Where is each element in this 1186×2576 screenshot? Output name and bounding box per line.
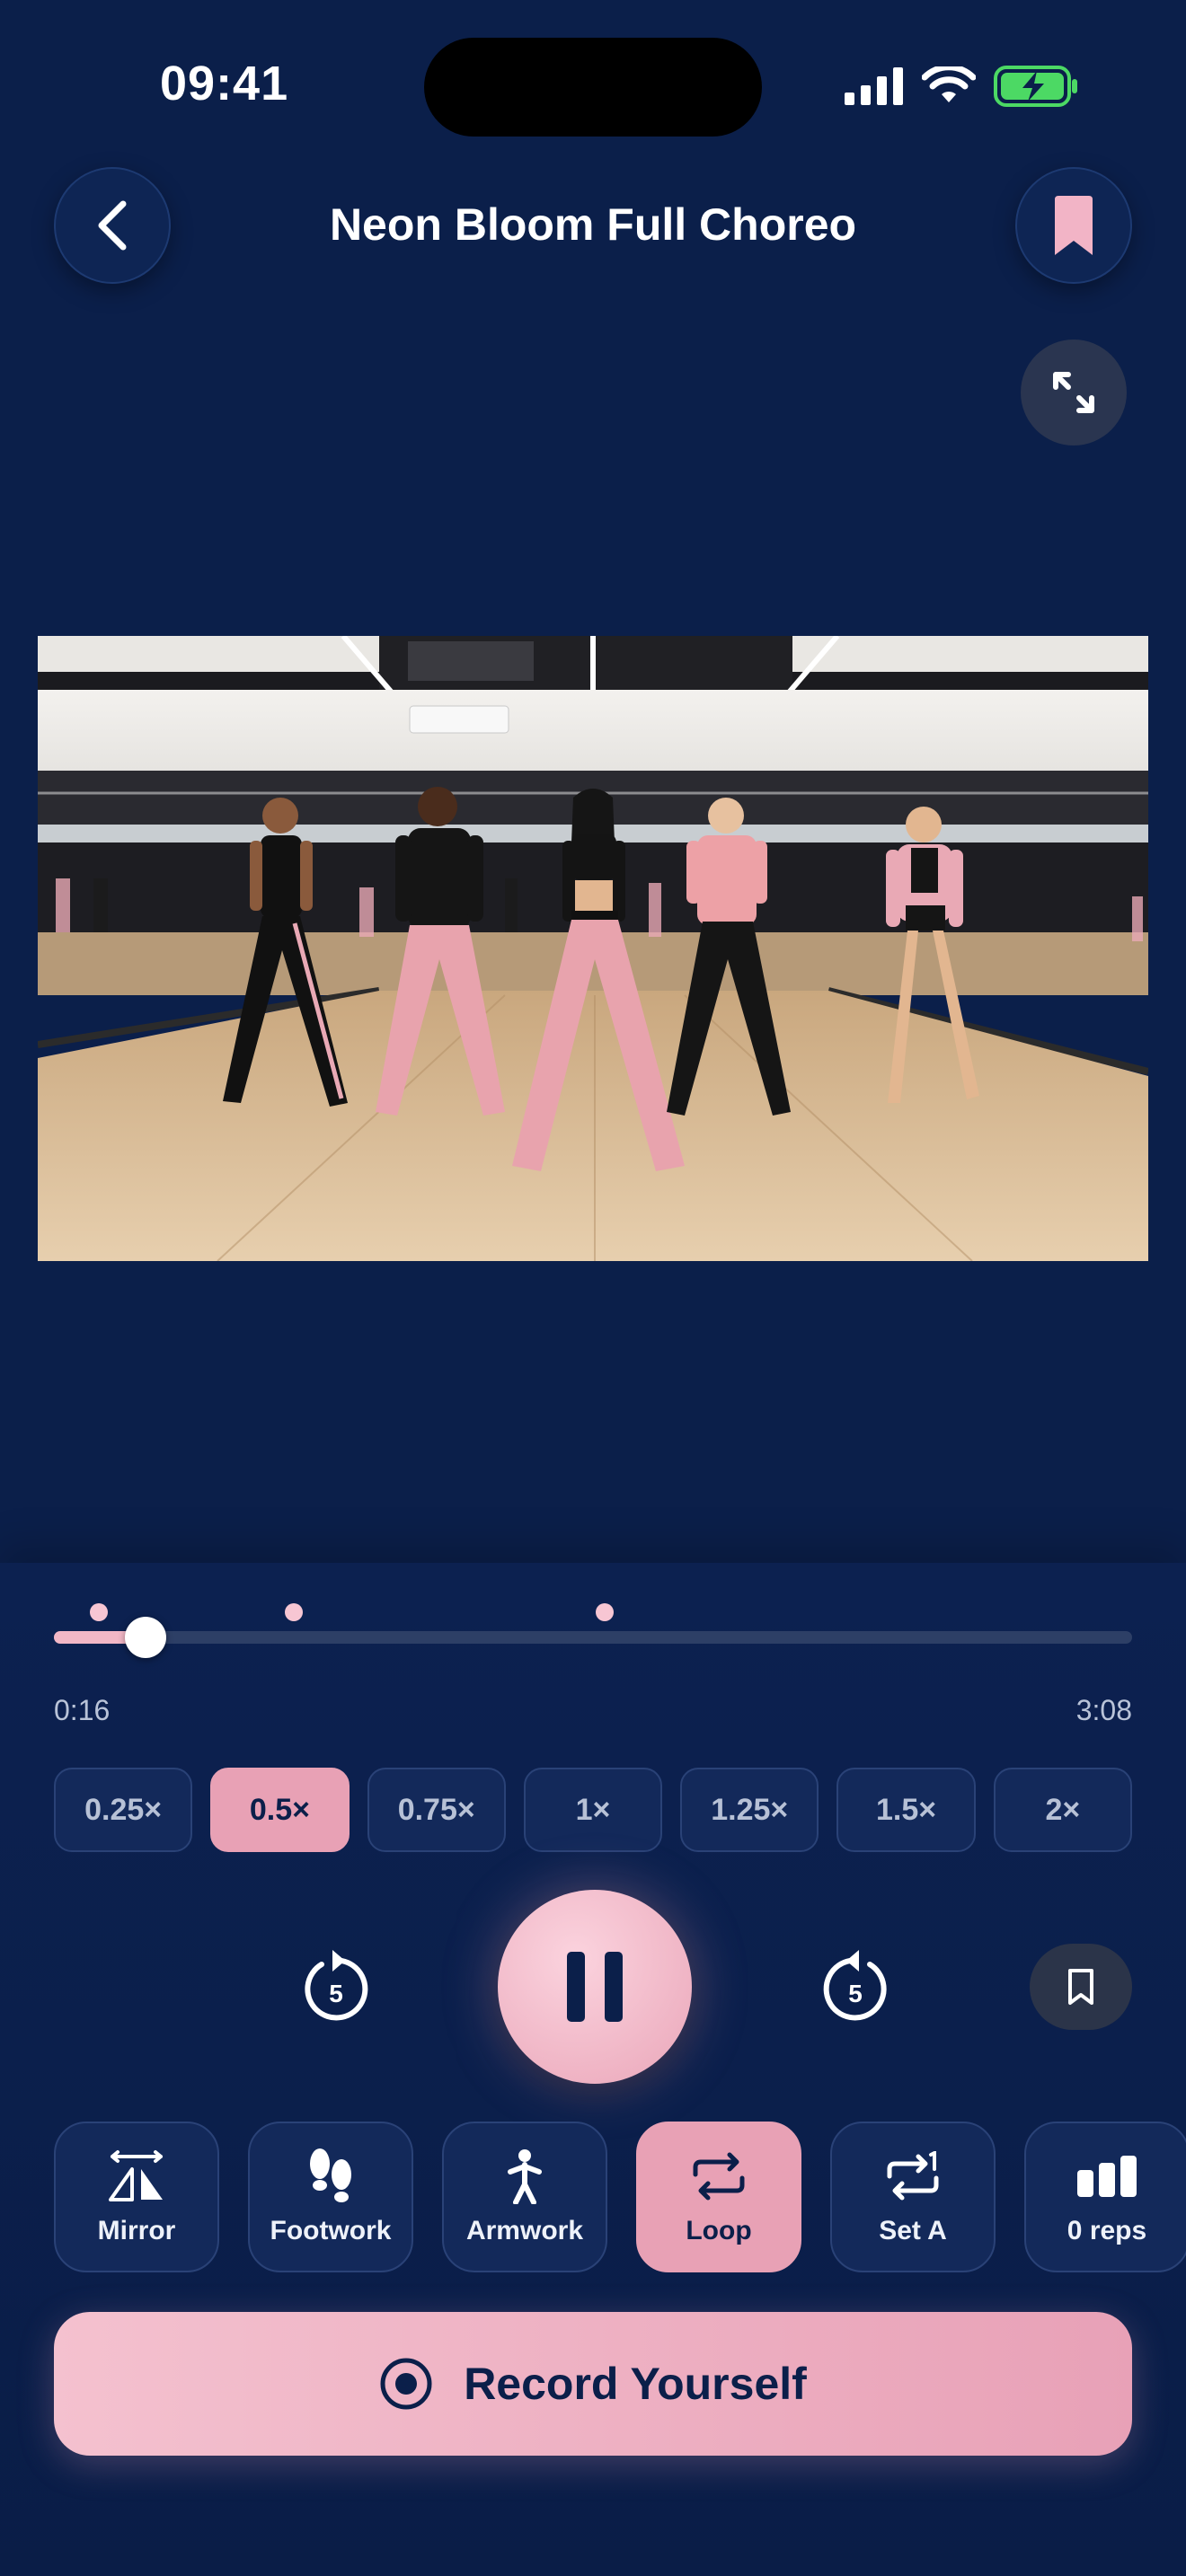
speed-option[interactable]: 2× xyxy=(993,1768,1132,1852)
armwork-button[interactable]: Armwork xyxy=(442,2122,607,2272)
status-icons xyxy=(845,65,1078,108)
timeline-track[interactable] xyxy=(54,1631,1132,1644)
forward-5-icon: 5 xyxy=(823,1950,887,2021)
set-a-button[interactable]: Set A xyxy=(830,2122,996,2272)
tool-label: Armwork xyxy=(465,2216,584,2245)
pause-button[interactable] xyxy=(498,1890,692,2084)
tool-label: Loop xyxy=(686,2216,752,2245)
video-player[interactable] xyxy=(38,636,1148,1261)
timeline-marker[interactable] xyxy=(90,1603,108,1621)
bar-chart-icon xyxy=(1077,2148,1137,2205)
add-marker-button[interactable] xyxy=(1030,1944,1132,2030)
chevron-left-icon xyxy=(98,200,127,251)
rewind-5-button[interactable]: 5 xyxy=(293,1944,379,2030)
fullscreen-button[interactable] xyxy=(1021,340,1127,446)
speed-option[interactable]: 0.25× xyxy=(54,1768,193,1852)
page-title: Neon Bloom Full Choreo xyxy=(329,199,857,250)
tool-label: Mirror xyxy=(97,2216,176,2245)
loop-icon xyxy=(690,2148,748,2205)
dynamic-island xyxy=(424,38,762,137)
bookmark-button[interactable] xyxy=(1015,167,1132,284)
bookmark-outline-icon xyxy=(1068,1969,1093,2005)
tool-label: Set A xyxy=(879,2216,947,2245)
bookmark-icon xyxy=(1055,196,1093,255)
tool-label: Footwork xyxy=(270,2216,392,2245)
speed-option[interactable]: 0.75× xyxy=(367,1768,506,1852)
speed-option[interactable]: 1.5× xyxy=(836,1768,976,1852)
speed-selector: 0.25× 0.5× 0.75× 1× 1.25× 1.5× 2× xyxy=(54,1768,1132,1852)
mirror-button[interactable]: Mirror xyxy=(54,2122,219,2272)
person-icon xyxy=(505,2148,544,2205)
speed-option-selected[interactable]: 0.5× xyxy=(210,1768,350,1852)
dance-studio-video-frame xyxy=(38,636,1148,1261)
signal-icon xyxy=(845,67,903,105)
mirror-icon xyxy=(107,2148,166,2205)
svg-text:5: 5 xyxy=(329,1980,343,2007)
footprints-icon xyxy=(304,2148,358,2205)
record-icon xyxy=(380,2358,432,2410)
practice-tools: Mirror Footwork Armwork Loop Set A 0 rep… xyxy=(54,2122,1186,2272)
footwork-button[interactable]: Footwork xyxy=(248,2122,413,2272)
back-button[interactable] xyxy=(54,167,171,284)
wifi-icon xyxy=(922,66,976,102)
set-a-icon xyxy=(884,2148,942,2205)
current-time: 0:16 xyxy=(54,1694,111,1726)
expand-icon xyxy=(1053,372,1094,413)
pause-icon xyxy=(567,1952,623,2022)
timeline-marker[interactable] xyxy=(596,1603,614,1621)
svg-text:5: 5 xyxy=(848,1980,863,2007)
replay-5-icon: 5 xyxy=(305,1950,368,2021)
battery-charging-icon xyxy=(994,66,1077,107)
timeline-scrubber[interactable] xyxy=(125,1617,166,1658)
status-time: 09:41 xyxy=(160,57,289,110)
loop-button[interactable]: Loop xyxy=(636,2122,801,2272)
timeline-marker[interactable] xyxy=(285,1603,303,1621)
reps-counter-button[interactable]: 0 reps xyxy=(1024,2122,1186,2272)
tool-label: 0 reps xyxy=(1067,2216,1147,2245)
record-yourself-button[interactable]: Record Yourself xyxy=(54,2312,1132,2456)
total-time: 3:08 xyxy=(1075,1694,1132,1726)
speed-option[interactable]: 1.25× xyxy=(680,1768,819,1852)
forward-5-button[interactable]: 5 xyxy=(812,1944,898,2030)
record-label: Record Yourself xyxy=(464,2359,807,2409)
speed-option[interactable]: 1× xyxy=(523,1768,663,1852)
